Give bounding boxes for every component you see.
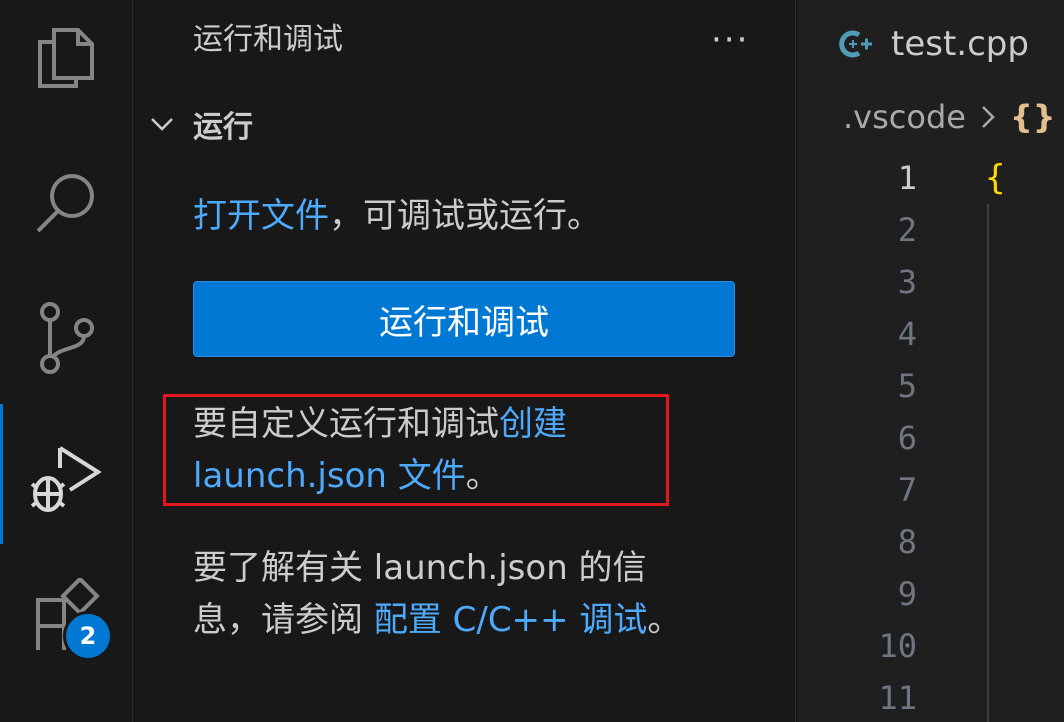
run-debug-sidebar: 运行和调试 ··· 运行 打开文件，可调试或运行。 运行和调试 要自定义运行和调…	[133, 0, 796, 722]
indent-guide	[987, 204, 989, 722]
learn-more-line2: 息，请参阅 配置 C/C++ 调试。	[193, 600, 682, 640]
activity-explorer[interactable]	[0, 0, 132, 104]
cpp-file-icon	[839, 30, 872, 58]
breadcrumb-json-symbol-icon[interactable]: {}	[1010, 98, 1056, 136]
tab-bar: test.cpp	[797, 0, 1064, 88]
activity-source-control[interactable]	[0, 276, 132, 380]
section-header-run[interactable]: 运行	[147, 102, 253, 146]
vscode-window: 2 运行和调试 ··· 运行 打开文件，可调试或运行。 运行和调试 要自定义运行…	[0, 0, 1064, 722]
configure-cpp-debug-link[interactable]: 配置 C/C++ 调试	[374, 600, 648, 640]
sidebar-title: 运行和调试	[193, 22, 343, 57]
line-number: 4	[897, 315, 917, 353]
line-number: 2	[897, 211, 917, 249]
activity-run-debug[interactable]	[0, 412, 132, 516]
breadcrumb: .vscode {}	[843, 98, 1056, 136]
line-number: 1	[897, 159, 917, 197]
code-line-1[interactable]: {	[985, 152, 1005, 204]
section-label: 运行	[193, 110, 253, 145]
line-number: 7	[897, 471, 917, 509]
line-number: 5	[897, 367, 917, 405]
line-number: 3	[897, 263, 917, 301]
source-control-icon	[40, 302, 94, 374]
chevron-down-icon	[151, 118, 173, 131]
open-file-text: 打开文件，可调试或运行。	[193, 196, 601, 236]
activity-search[interactable]	[0, 148, 132, 252]
activity-bar: 2	[0, 0, 133, 722]
line-number: 9	[897, 575, 917, 613]
line-number: 10	[878, 627, 917, 665]
run-and-debug-button[interactable]: 运行和调试	[193, 281, 735, 357]
tab-test-cpp[interactable]: test.cpp	[797, 0, 1064, 88]
editor-area: test.cpp .vscode {} 1 2 3 4 5 6 7 8 9 10…	[797, 0, 1064, 722]
search-icon	[36, 174, 94, 233]
line-number: 6	[897, 419, 917, 457]
run-debug-icon	[30, 446, 102, 512]
extensions-badge: 2	[66, 614, 110, 658]
activity-extensions[interactable]	[0, 558, 132, 662]
line-number: 11	[878, 679, 917, 717]
open-file-link[interactable]: 打开文件	[193, 196, 329, 236]
tab-filename: test.cpp	[891, 24, 1029, 64]
highlight-annotation-box	[163, 394, 669, 506]
chevron-right-icon	[982, 106, 995, 128]
files-icon	[38, 28, 94, 88]
breadcrumb-folder[interactable]: .vscode	[843, 98, 966, 136]
line-number-gutter: 1 2 3 4 5 6 7 8 9 10 11	[797, 152, 917, 722]
line-number: 8	[897, 523, 917, 561]
learn-more-line1: 要了解有关 launch.json 的信	[193, 548, 647, 588]
more-actions-icon[interactable]: ···	[711, 20, 749, 60]
